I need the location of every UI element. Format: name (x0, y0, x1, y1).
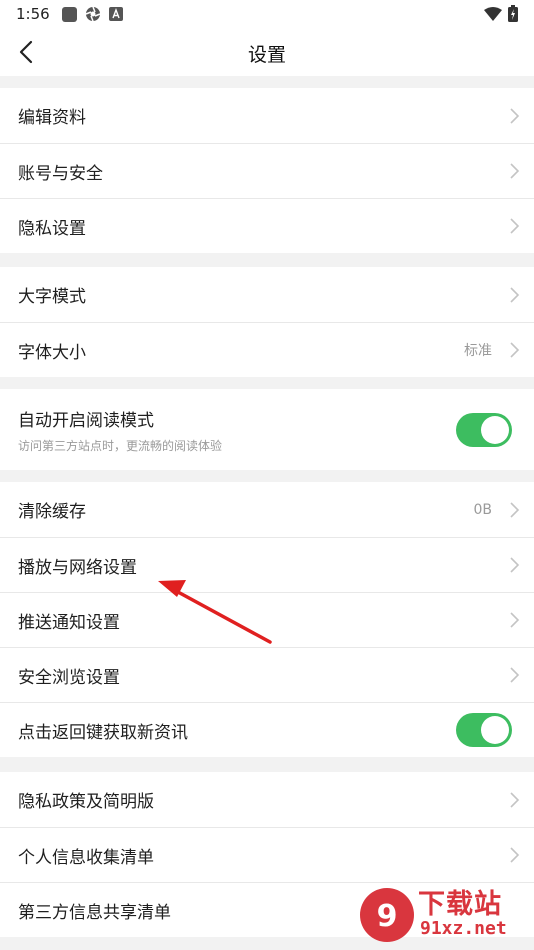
wifi-icon (484, 6, 502, 21)
row-subtitle: 访问第三方站点时，更流畅的阅读体验 (18, 438, 223, 453)
row-personal-info-list[interactable]: 个人信息收集清单 (0, 827, 534, 882)
settings-group-font: 大字模式 字体大小 标准 (0, 267, 534, 377)
font-size-value: 标准 (464, 343, 492, 359)
cache-size-value: 0B (473, 501, 492, 518)
toggle-knob (481, 415, 509, 444)
chevron-right-icon (510, 847, 520, 863)
row-privacy-settings[interactable]: 隐私设置 (0, 198, 534, 253)
chevron-right-icon (510, 791, 520, 808)
row-font-size[interactable]: 字体大小 标准 (0, 322, 534, 377)
status-time: 1:56 (16, 5, 50, 23)
row-label: 个人信息收集清单 (18, 847, 154, 868)
aperture-icon (85, 6, 100, 22)
row-label: 账号与安全 (18, 163, 103, 184)
row-safe-browsing[interactable]: 安全浏览设置 (0, 647, 534, 702)
row-account-security[interactable]: 账号与安全 (0, 143, 534, 198)
row-large-font-mode[interactable]: 大字模式 (0, 267, 534, 322)
watermark-logo-icon: 9 (360, 888, 414, 942)
watermark: 9 下载站 91xz.net (358, 882, 528, 948)
row-label: 隐私政策及简明版 (18, 792, 154, 812)
row-label: 隐私设置 (18, 218, 86, 239)
chevron-right-icon (510, 501, 520, 518)
row-label: 第三方信息共享清单 (18, 902, 171, 923)
row-label: 编辑资料 (18, 108, 86, 128)
settings-group-account: 编辑资料 账号与安全 隐私设置 (0, 88, 534, 253)
status-icons-left (61, 6, 123, 22)
row-label: 清除缓存 (18, 502, 86, 522)
settings-group-reading: 自动开启阅读模式 访问第三方站点时，更流畅的阅读体验 (0, 389, 534, 470)
row-back-key-refresh[interactable]: 点击返回键获取新资讯 (0, 702, 534, 757)
back-key-refresh-toggle[interactable] (456, 713, 512, 747)
watermark-url: 91xz.net (420, 918, 507, 939)
app-square-icon (61, 6, 77, 22)
row-label: 推送通知设置 (18, 612, 120, 633)
row-playback-network[interactable]: 播放与网络设置 (0, 537, 534, 592)
toggle-knob (481, 716, 509, 744)
watermark-title: 下载站 (418, 889, 502, 920)
chevron-right-icon (510, 667, 520, 683)
chevron-right-icon (510, 557, 520, 573)
chevron-right-icon (510, 218, 520, 234)
row-label: 播放与网络设置 (18, 557, 137, 578)
row-label: 大字模式 (18, 287, 86, 307)
row-label: 自动开启阅读模式 (18, 410, 154, 431)
row-clear-cache[interactable]: 清除缓存 0B (0, 482, 534, 537)
row-edit-profile[interactable]: 编辑资料 (0, 88, 534, 143)
settings-group-general: 清除缓存 0B 播放与网络设置 推送通知设置 安全浏览设置 点击返回键获取新资讯 (0, 482, 534, 757)
chevron-right-icon (510, 107, 520, 124)
page-title: 设置 (247, 44, 286, 66)
svg-text:9: 9 (377, 899, 398, 934)
row-auto-reading-mode[interactable]: 自动开启阅读模式 访问第三方站点时，更流畅的阅读体验 (0, 389, 534, 470)
row-label: 字体大小 (18, 342, 86, 363)
status-bar: 1:56 (0, 0, 534, 28)
row-push-notifications[interactable]: 推送通知设置 (0, 592, 534, 647)
chevron-right-icon (510, 342, 520, 358)
app-header: 设置 (0, 28, 534, 76)
battery-icon (508, 5, 518, 22)
auto-reading-toggle[interactable] (456, 412, 512, 447)
chevron-right-icon (510, 163, 520, 179)
row-label: 安全浏览设置 (18, 667, 120, 688)
chevron-right-icon (510, 612, 520, 628)
row-privacy-policy[interactable]: 隐私政策及简明版 (0, 772, 534, 827)
row-label: 点击返回键获取新资讯 (18, 722, 188, 743)
status-icons-right (484, 5, 518, 22)
text-a-icon (108, 7, 123, 21)
chevron-right-icon (510, 286, 520, 303)
